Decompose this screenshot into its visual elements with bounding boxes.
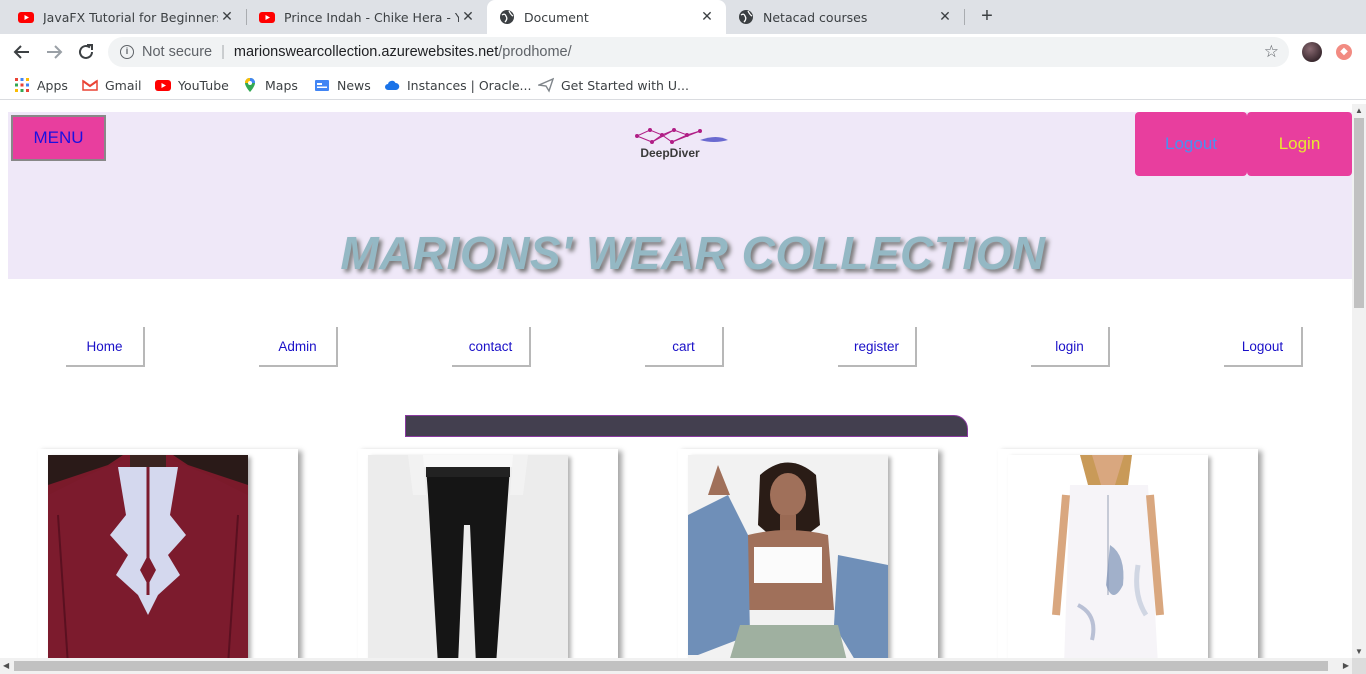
nav-admin[interactable]: Admin bbox=[259, 327, 338, 367]
new-tab-button[interactable]: + bbox=[977, 6, 997, 26]
bookmark-apps[interactable]: Apps bbox=[14, 77, 68, 93]
bookmark-label: News bbox=[337, 77, 371, 93]
extension-icon[interactable]: ◆ bbox=[1336, 44, 1352, 60]
scroll-left-icon[interactable]: ◀ bbox=[3, 661, 9, 670]
forward-button[interactable] bbox=[43, 41, 65, 63]
close-icon[interactable]: ✕ bbox=[698, 9, 716, 25]
site-header: MENU DeepDiver Logout Login MARIONS' WEA… bbox=[8, 112, 1352, 279]
scroll-down-icon[interactable]: ▼ bbox=[1355, 647, 1363, 656]
bookmark-label: YouTube bbox=[178, 77, 229, 93]
browser-tab-2[interactable]: Prince Indah - Chike Hera - You ✕ bbox=[241, 0, 487, 34]
logout-top-button[interactable]: Logout bbox=[1135, 112, 1247, 176]
url-path: /prodhome/ bbox=[498, 44, 572, 60]
scroll-up-icon[interactable]: ▲ bbox=[1355, 106, 1363, 115]
banner-strip bbox=[405, 415, 968, 437]
separator: | bbox=[221, 44, 225, 60]
deepdiver-logo: DeepDiver bbox=[635, 128, 728, 160]
product-image-maroon-shirt[interactable] bbox=[48, 455, 248, 658]
gmail-icon bbox=[82, 79, 98, 91]
bookmark-youtube[interactable]: YouTube bbox=[155, 77, 229, 93]
nav-cart[interactable]: cart bbox=[645, 327, 724, 367]
product-image-floral-dress[interactable] bbox=[1008, 455, 1208, 658]
logo-text: DeepDiver bbox=[640, 146, 700, 160]
browser-tab-1[interactable]: JavaFX Tutorial for Beginners 7 ✕ bbox=[0, 0, 246, 34]
star-icon[interactable]: ☆ bbox=[1264, 42, 1279, 62]
product-card[interactable] bbox=[998, 449, 1258, 658]
arrow-right-icon bbox=[47, 45, 63, 59]
tab-title: Prince Indah - Chike Hera - You bbox=[284, 9, 459, 25]
security-label: Not secure bbox=[142, 44, 213, 60]
tab-title: JavaFX Tutorial for Beginners 7 bbox=[43, 9, 218, 25]
address-bar[interactable]: i Not secure | marionswearcollection.azu… bbox=[108, 37, 1289, 67]
product-image-black-trousers[interactable] bbox=[368, 455, 568, 658]
news-icon bbox=[315, 80, 329, 91]
horizontal-scroll-thumb[interactable] bbox=[14, 661, 1328, 671]
globe-icon bbox=[739, 10, 753, 24]
youtube-icon bbox=[18, 12, 34, 23]
nav-register[interactable]: register bbox=[838, 327, 917, 367]
reload-button[interactable] bbox=[75, 41, 97, 63]
bookmark-label: Get Started with U... bbox=[561, 77, 689, 93]
vertical-scroll-thumb[interactable] bbox=[1354, 118, 1364, 308]
menu-button[interactable]: MENU bbox=[11, 115, 106, 161]
bookmark-label: Maps bbox=[265, 77, 298, 93]
nav-logout[interactable]: Logout bbox=[1224, 327, 1303, 367]
info-icon[interactable]: i bbox=[120, 45, 134, 59]
browser-tab-4[interactable]: Netacad courses ✕ bbox=[726, 0, 964, 34]
send-icon bbox=[538, 77, 554, 93]
back-button[interactable] bbox=[11, 41, 33, 63]
reload-icon bbox=[79, 44, 93, 59]
bookmark-label: Instances | Oracle... bbox=[407, 77, 532, 93]
bookmark-get-started[interactable]: Get Started with U... bbox=[538, 77, 689, 93]
arrow-left-icon bbox=[13, 45, 29, 59]
tab-title: Netacad courses bbox=[763, 9, 868, 25]
youtube-icon bbox=[155, 80, 171, 91]
site-title: MARIONS' WEAR COLLECTION bbox=[340, 227, 1046, 279]
browser-toolbar: i Not secure | marionswearcollection.azu… bbox=[0, 34, 1366, 70]
bookmark-gmail[interactable]: Gmail bbox=[82, 77, 141, 93]
tab-divider bbox=[964, 9, 965, 25]
apps-grid-icon bbox=[15, 78, 29, 92]
globe-icon bbox=[500, 10, 514, 24]
nav-home[interactable]: Home bbox=[66, 327, 145, 367]
youtube-icon bbox=[259, 12, 275, 23]
cloud-icon bbox=[385, 80, 400, 90]
login-top-button[interactable]: Login bbox=[1247, 112, 1352, 176]
vertical-scrollbar[interactable]: ▲ ▼ bbox=[1352, 104, 1366, 658]
close-icon[interactable]: ✕ bbox=[459, 9, 477, 25]
bookmark-label: Apps bbox=[37, 77, 68, 93]
nav-contact[interactable]: contact bbox=[452, 327, 531, 367]
product-card[interactable] bbox=[38, 449, 298, 658]
browser-tab-active[interactable]: Document ✕ bbox=[487, 0, 726, 34]
bookmark-label: Gmail bbox=[105, 77, 142, 93]
maps-pin-icon bbox=[245, 78, 255, 92]
bookmark-maps[interactable]: Maps bbox=[242, 77, 298, 93]
bookmark-oracle[interactable]: Instances | Oracle... bbox=[384, 77, 531, 93]
tab-title: Document bbox=[524, 9, 589, 25]
product-card[interactable] bbox=[358, 449, 618, 658]
profile-avatar[interactable] bbox=[1302, 42, 1322, 62]
product-image-white-crop-top[interactable] bbox=[688, 455, 888, 658]
close-icon[interactable]: ✕ bbox=[936, 9, 954, 25]
url-host: marionswearcollection.azurewebsites.net bbox=[233, 44, 499, 60]
bookmark-news[interactable]: News bbox=[314, 77, 371, 93]
horizontal-scrollbar[interactable]: ◀ ▶ bbox=[0, 658, 1352, 674]
bookmarks-bar: Apps Gmail YouTube Maps News Instances |… bbox=[0, 70, 1366, 100]
tab-strip: JavaFX Tutorial for Beginners 7 ✕ Prince… bbox=[0, 0, 1366, 34]
close-icon[interactable]: ✕ bbox=[218, 9, 236, 25]
product-card[interactable] bbox=[678, 449, 938, 658]
nav-login[interactable]: login bbox=[1031, 327, 1110, 367]
scrollbar-corner bbox=[1352, 658, 1366, 674]
page-viewport: MENU DeepDiver Logout Login MARIONS' WEA… bbox=[0, 104, 1352, 658]
scroll-right-icon[interactable]: ▶ bbox=[1343, 661, 1349, 670]
